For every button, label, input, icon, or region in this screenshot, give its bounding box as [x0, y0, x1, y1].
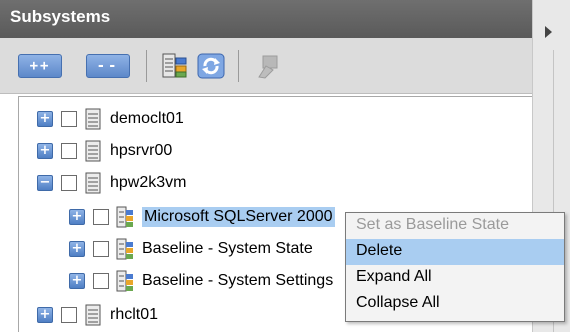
tree-node-label: Baseline - System Settings	[142, 272, 334, 289]
expand-all-button[interactable]: ++	[18, 54, 62, 78]
node-checkbox[interactable]	[61, 143, 77, 159]
collapse-all-button[interactable]: --	[86, 54, 130, 78]
toolbar: ++ --	[0, 38, 532, 94]
panel-header: Subsystems	[0, 0, 532, 38]
toolbar-separator	[238, 50, 239, 82]
tree-node-hpw2k3vm[interactable]: − hpw2k3vm	[37, 169, 186, 197]
tree-node-label: Microsoft SQLServer 2000	[142, 207, 335, 227]
subsystem-icon	[116, 206, 133, 228]
tree-node-sqlserver[interactable]: + Microsoft SQLServer 2000	[69, 203, 335, 231]
node-checkbox[interactable]	[61, 307, 77, 323]
menu-item-collapse-all[interactable]: Collapse All	[346, 291, 564, 317]
node-checkbox[interactable]	[93, 209, 109, 225]
tree-node-label: hpw2k3vm	[110, 174, 187, 191]
expand-icon[interactable]: +	[69, 241, 85, 257]
server-icon	[85, 304, 101, 326]
tree-node-label: hpsrvr00	[110, 142, 173, 159]
node-checkbox[interactable]	[61, 175, 77, 191]
context-menu: Set as Baseline State Delete Expand All …	[345, 212, 565, 322]
panel-title: Subsystems	[10, 7, 111, 26]
toolbar-separator	[146, 50, 147, 82]
node-checkbox[interactable]	[93, 273, 109, 289]
tree-node-baseline-system-state[interactable]: + Baseline - System State	[69, 235, 313, 263]
expand-icon[interactable]: +	[37, 111, 53, 127]
menu-item-delete[interactable]: Delete	[346, 239, 564, 265]
server-icon	[85, 140, 101, 162]
server-icon	[85, 108, 101, 130]
subsystem-icon	[116, 238, 133, 260]
node-checkbox[interactable]	[93, 241, 109, 257]
expand-icon[interactable]: +	[37, 307, 53, 323]
tree-node-label: democlt01	[110, 110, 184, 127]
server-icon	[85, 172, 101, 194]
tree-node-baseline-system-settings[interactable]: + Baseline - System Settings	[69, 267, 333, 295]
disabled-action-icon	[254, 52, 284, 80]
expand-icon[interactable]: +	[69, 273, 85, 289]
tree-node-hpsrvr00[interactable]: + hpsrvr00	[37, 137, 172, 165]
refresh-icon[interactable]	[196, 52, 226, 80]
expand-icon[interactable]: +	[69, 209, 85, 225]
expand-icon[interactable]: +	[37, 143, 53, 159]
tree-node-democlt01[interactable]: + democlt01	[37, 105, 184, 133]
collapse-icon[interactable]: −	[37, 175, 53, 191]
menu-item-set-as-baseline-state: Set as Baseline State	[356, 216, 509, 233]
panel-toggle-arrow-icon[interactable]	[545, 26, 552, 38]
subsystem-properties-icon[interactable]	[160, 52, 190, 80]
subsystem-icon	[116, 270, 133, 292]
tree-node-label: Baseline - System State	[142, 240, 313, 257]
menu-item-expand-all[interactable]: Expand All	[346, 265, 564, 291]
node-checkbox[interactable]	[61, 111, 77, 127]
tree-node-label: rhclt01	[110, 306, 159, 323]
tree-node-rhclt01[interactable]: + rhclt01	[37, 301, 158, 329]
